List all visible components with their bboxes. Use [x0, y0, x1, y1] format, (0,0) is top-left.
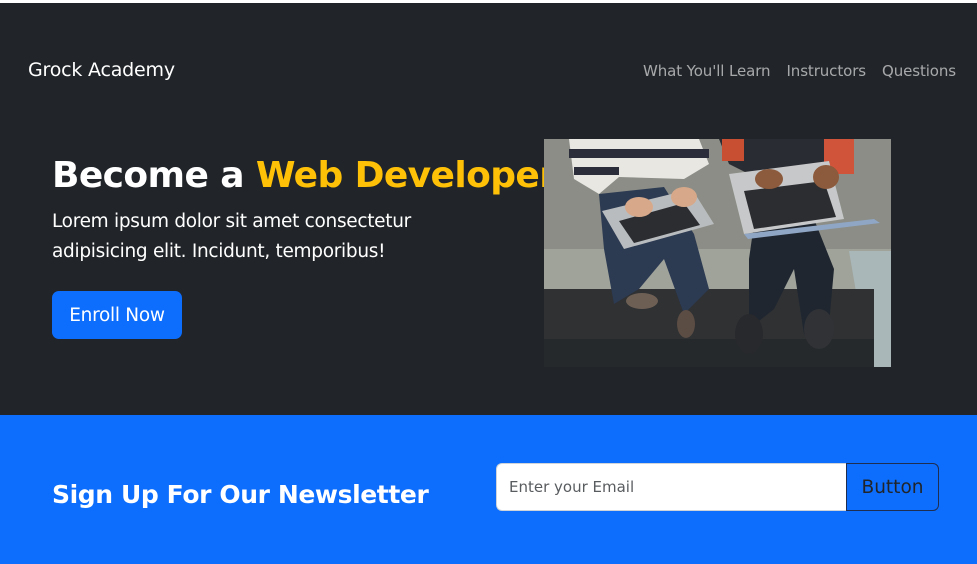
navbar-links: What You'll Learn Instructors Questions [643, 62, 956, 80]
newsletter-submit-button[interactable]: Button [846, 463, 939, 511]
brand-logo[interactable]: Grock Academy [28, 59, 175, 81]
newsletter-title: Sign Up For Our Newsletter [52, 480, 429, 509]
hero-description: Lorem ipsum dolor sit amet consectetur a… [52, 211, 411, 262]
hero-title: Become a Web Developer [52, 155, 557, 196]
laptops-photo-icon [544, 139, 891, 367]
email-input[interactable] [496, 463, 847, 511]
nav-link-questions[interactable]: Questions [882, 62, 956, 80]
enroll-now-button[interactable]: Enroll Now [52, 291, 182, 339]
nav-link-what-youll-learn[interactable]: What You'll Learn [643, 62, 771, 80]
hero-title-prefix: Become a [52, 155, 256, 196]
hero-title-accent: Web Developer [255, 155, 557, 196]
nav-link-instructors[interactable]: Instructors [786, 62, 866, 80]
